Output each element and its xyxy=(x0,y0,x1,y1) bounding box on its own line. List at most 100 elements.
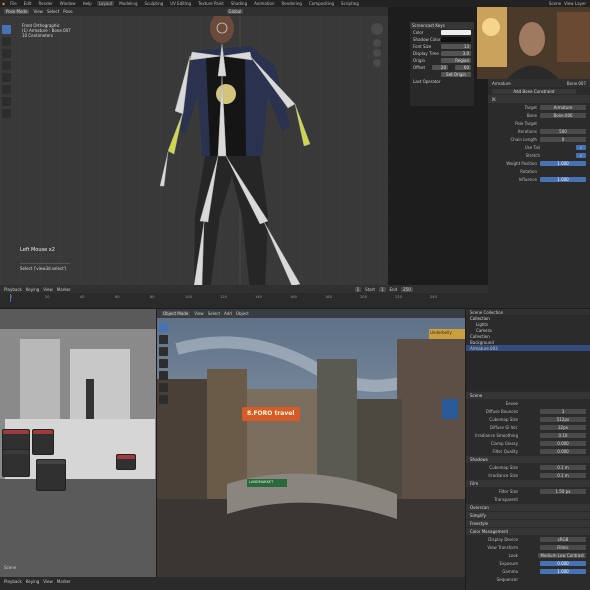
prop-value[interactable]: Filmic xyxy=(540,544,586,550)
composite-node[interactable] xyxy=(36,459,66,491)
menu-edit[interactable]: Edit xyxy=(22,1,34,6)
tab-modeling[interactable]: Modeling xyxy=(117,1,139,6)
shadow-swatch[interactable] xyxy=(441,37,471,42)
prop-value[interactable]: 0.10 xyxy=(540,432,586,438)
prop-value[interactable]: 0.1 m xyxy=(540,464,586,470)
character-with-armature[interactable] xyxy=(150,16,340,295)
bone-shin-r[interactable] xyxy=(263,221,301,287)
add-bone-constraint-button[interactable]: Add Bone Constraint xyxy=(492,88,576,94)
prop-value[interactable]: 0.000 xyxy=(540,448,586,454)
menu-marker[interactable]: Marker xyxy=(57,287,71,292)
menu-keying-bottom[interactable]: Keying xyxy=(26,579,39,584)
scale-tool-icon[interactable] xyxy=(159,371,168,380)
image-node[interactable] xyxy=(2,449,30,477)
tab-rendering[interactable]: Rendering xyxy=(280,1,304,6)
mode-selector[interactable]: Pose Mode xyxy=(4,9,30,14)
menu-view-bottom-tl[interactable]: View xyxy=(43,579,53,584)
bone-hand-l[interactable] xyxy=(159,151,169,187)
prop-value[interactable]: 0.000 xyxy=(540,560,586,566)
tab-scripting[interactable]: Scripting xyxy=(339,1,361,6)
offset-x-field[interactable]: 20 xyxy=(432,65,449,70)
tab-uv-editing[interactable]: UV Editing xyxy=(168,1,193,6)
menu-select-bottom[interactable]: Select xyxy=(208,311,220,316)
prop-value[interactable]: 512px xyxy=(540,416,586,422)
compositor-editor[interactable]: Scene xyxy=(0,309,156,590)
prop-value[interactable]: Medium Low Contrast xyxy=(538,552,586,558)
annotate-tool-icon[interactable] xyxy=(2,97,11,106)
tab-compositing[interactable]: Compositing xyxy=(307,1,336,6)
panel-title[interactable]: Screencast Keys xyxy=(410,22,474,29)
annotate-tool-icon[interactable] xyxy=(159,383,168,392)
menu-view[interactable]: View xyxy=(33,9,43,14)
scale-tool-icon[interactable] xyxy=(2,73,11,82)
transform-orientation[interactable]: Global xyxy=(226,9,244,14)
ik-header[interactable]: IK xyxy=(488,95,590,103)
film-header[interactable]: Film xyxy=(466,480,590,487)
prop-value[interactable]: 0.1 m xyxy=(540,472,586,478)
cursor-tool-icon[interactable] xyxy=(2,37,11,46)
menu-view-timeline[interactable]: View xyxy=(43,287,53,292)
prop-value[interactable]: sRGB xyxy=(540,536,586,542)
select-tool-icon[interactable] xyxy=(159,323,168,332)
current-frame-field[interactable]: 1 xyxy=(354,286,362,292)
menu-window[interactable]: Window xyxy=(58,1,78,6)
target-field[interactable]: Armature xyxy=(540,104,586,110)
tab-shading[interactable]: Shading xyxy=(229,1,249,6)
weight-position-field[interactable]: 1.000 xyxy=(540,160,586,166)
freestyle-header[interactable]: Freestyle xyxy=(466,520,590,527)
cursor-tool-icon[interactable] xyxy=(159,335,168,344)
color-swatch[interactable] xyxy=(441,30,471,35)
object-mode-selector[interactable]: Object Mode xyxy=(161,311,191,316)
menu-keying[interactable]: Keying xyxy=(26,287,39,292)
color-management-header[interactable]: Color Management xyxy=(466,528,590,535)
font-size-field[interactable]: 13 xyxy=(441,44,471,49)
iterations-field[interactable]: 500 xyxy=(540,128,586,134)
view-layer-selector[interactable]: View Layer xyxy=(564,1,590,6)
tab-animation[interactable]: Animation xyxy=(252,1,276,6)
start-frame-field[interactable]: 1 xyxy=(378,286,386,292)
prop-value[interactable]: 1.000 xyxy=(540,568,586,574)
menu-playback[interactable]: Playback xyxy=(4,287,22,292)
shadows-header[interactable]: Shadows xyxy=(466,456,590,463)
menu-marker-bottom[interactable]: Marker xyxy=(57,579,71,584)
scene-selector[interactable]: Scene xyxy=(549,1,561,6)
origin-field[interactable]: Region xyxy=(441,58,471,63)
blender-logo-icon[interactable]: ◆ xyxy=(2,1,5,6)
prop-value[interactable]: 32px xyxy=(540,424,586,430)
tab-layout[interactable]: Layout xyxy=(96,1,115,6)
move-tool-icon[interactable] xyxy=(2,49,11,58)
use-tail-checkbox[interactable]: ✓ xyxy=(576,144,586,150)
scene-header[interactable]: Scene xyxy=(466,392,590,399)
display-time-field[interactable]: 3.0 xyxy=(441,51,471,56)
navigation-gizmo[interactable] xyxy=(368,21,386,76)
measure-tool-icon[interactable] xyxy=(159,395,168,404)
playhead[interactable] xyxy=(10,294,11,302)
simplify-header[interactable]: Simplify xyxy=(466,512,590,519)
influence-field[interactable]: 1.000 xyxy=(540,176,586,182)
transform-tool-icon[interactable] xyxy=(2,85,11,94)
set-origin-button[interactable]: Set Origin xyxy=(441,72,471,77)
tab-texture-paint[interactable]: Texture Paint xyxy=(196,1,226,6)
menu-select[interactable]: Select xyxy=(47,9,59,14)
menu-view-bottom[interactable]: View xyxy=(194,311,204,316)
bone-forearm-r[interactable] xyxy=(294,103,311,147)
offset-y-field[interactable]: 60 xyxy=(455,65,471,70)
prop-value[interactable]: 1.50 px xyxy=(540,488,586,494)
prop-value[interactable]: 0.000 xyxy=(540,440,586,446)
rotate-tool-icon[interactable] xyxy=(159,359,168,368)
prop-value[interactable]: 3 xyxy=(540,408,586,414)
overscan-header[interactable]: Overscan xyxy=(466,504,590,511)
rotate-tool-icon[interactable] xyxy=(2,61,11,70)
menu-file[interactable]: File xyxy=(8,1,19,6)
pose-viewport[interactable]: Pose Mode View Select Pose Global Front … xyxy=(0,7,388,295)
menu-render[interactable]: Render xyxy=(37,1,55,6)
bone-field[interactable]: Bone.006 xyxy=(540,112,586,118)
tab-sculpting[interactable]: Sculpting xyxy=(143,1,166,6)
output-node[interactable] xyxy=(116,454,136,470)
menu-add-bottom[interactable]: Add xyxy=(224,311,232,316)
menu-pose[interactable]: Pose xyxy=(63,9,72,14)
end-frame-field[interactable]: 250 xyxy=(401,286,413,292)
chain-length-field[interactable]: 0 xyxy=(540,136,586,142)
city-viewport[interactable]: 8.FORO travel LANDMARKET Underbelly Obje… xyxy=(157,309,465,577)
menu-help[interactable]: Help xyxy=(81,1,94,6)
